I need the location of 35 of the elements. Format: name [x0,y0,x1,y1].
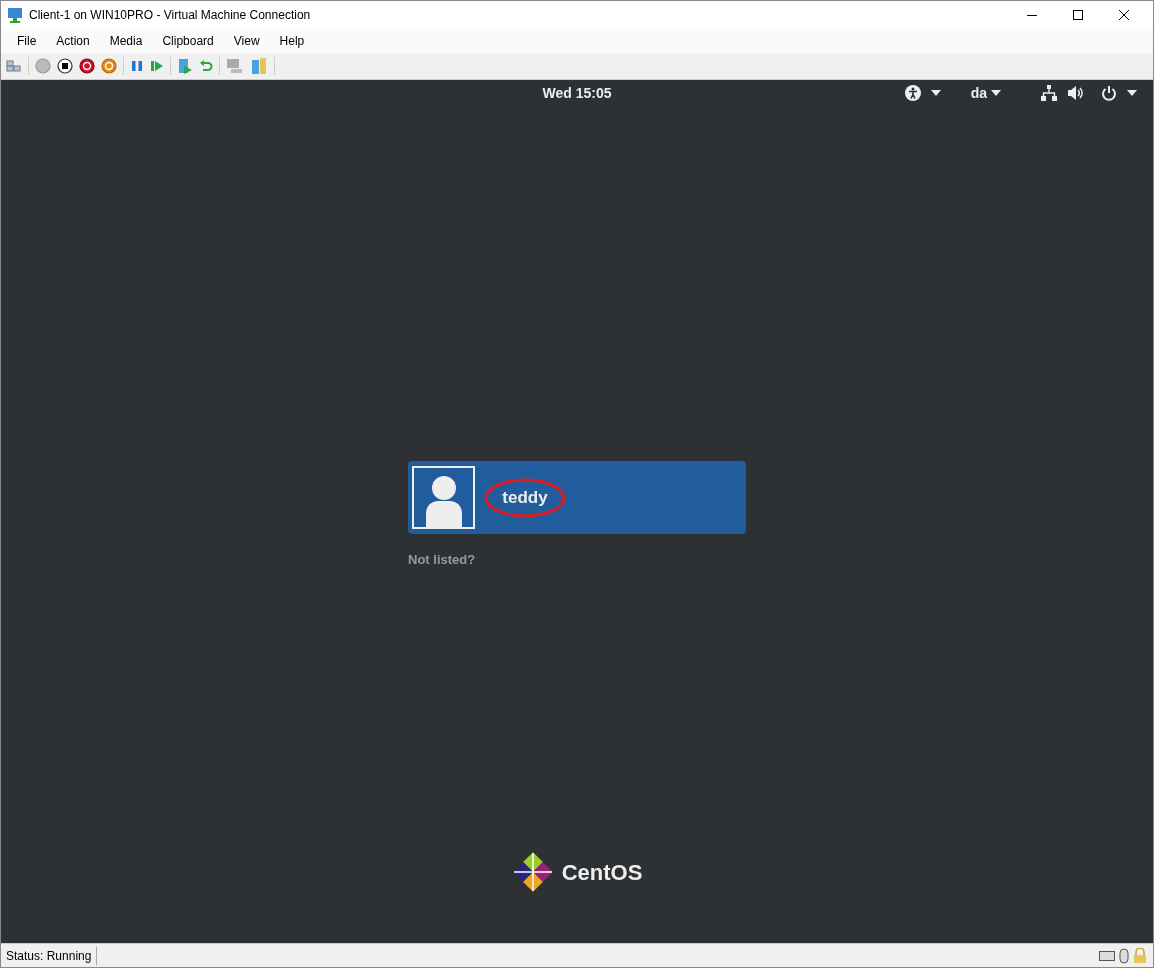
maximize-icon [1073,10,1083,20]
accessibility-icon[interactable] [904,85,921,101]
minimize-icon [1027,14,1037,16]
power-icon[interactable] [1101,85,1117,101]
window-title: Client-1 on WIN10PRO - Virtual Machine Connection [29,7,311,24]
status-text: Status: Running [1,946,98,965]
menu-item[interactable]: File [7,32,47,50]
centos-logo-icon [511,851,554,893]
caret-icon [991,90,1001,96]
caret-icon [1127,90,1137,96]
menu-item[interactable]: Clipboard [152,32,224,50]
mouse-icon [1119,947,1129,964]
turn-off-icon[interactable] [57,58,73,74]
user-name: teddy [502,486,548,509]
menu-item[interactable]: Action [46,32,100,50]
menu-item[interactable]: Help [269,32,315,50]
language-indicator[interactable]: da [970,82,987,104]
revert-icon[interactable] [199,59,213,73]
not-listed-link[interactable]: Not listed? [408,550,476,570]
logo-text: CentOS [561,858,643,887]
close-icon [1119,10,1129,20]
keyboard-icon [1099,949,1115,962]
user-silhouette-icon [423,475,464,527]
volume-icon[interactable] [1067,85,1085,101]
clock[interactable]: Wed 15:05 [542,82,612,104]
menu-item[interactable]: Media [99,32,153,50]
caret-icon [930,90,941,96]
shut-down-icon[interactable] [79,58,95,74]
resume-icon[interactable] [150,59,164,73]
monitor-icon [7,7,23,23]
user-row[interactable]: teddy [408,461,746,534]
lock-icon [1133,947,1147,964]
pause-icon[interactable] [130,59,144,73]
network-icon[interactable] [1041,85,1057,101]
menu-item[interactable]: View [223,32,270,50]
